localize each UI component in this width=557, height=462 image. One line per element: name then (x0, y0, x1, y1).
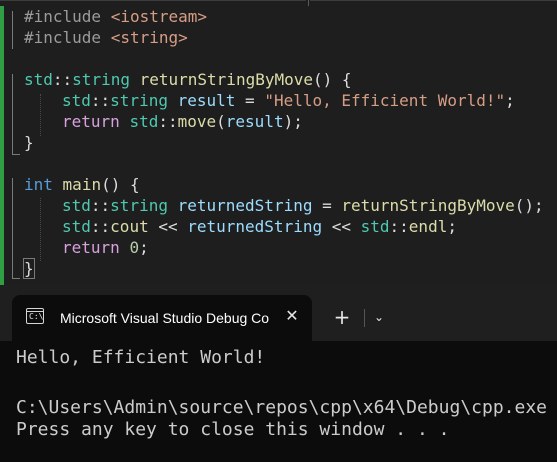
fold-guide-function (12, 74, 13, 154)
code-line-5: std::string result = "Hello, Efficient W… (62, 91, 515, 110)
code-line-9: int main() { (24, 175, 140, 194)
code-line-6: return std::move(result); (62, 112, 303, 131)
fold-guide-main (12, 178, 13, 278)
indent-guide (40, 94, 41, 136)
code-line-12: return 0; (62, 238, 149, 257)
console-icon: C:\ (26, 308, 44, 324)
code-line-10: std::string returnedString = returnStrin… (62, 196, 544, 215)
code-line-7: } (24, 133, 34, 152)
change-indicator-bar (0, 6, 4, 285)
code-line-11: std::cout << returnedString << std::endl… (62, 217, 457, 236)
close-tab-icon[interactable]: ✕ (282, 306, 302, 326)
new-tab-button[interactable]: + (330, 305, 354, 329)
console-output-line: C:\Users\Admin\source\repos\cpp\x64\Debu… (16, 397, 548, 418)
debug-console-window[interactable]: C:\ Microsoft Visual Studio Debug Consol… (0, 285, 557, 462)
console-output-line: Hello, Efficient World! (16, 347, 266, 368)
code-line-4: std::string returnStringByMove() { (24, 70, 352, 89)
code-line-2: #include <string> (24, 28, 188, 47)
divider (364, 309, 365, 327)
tab-debug-console[interactable]: C:\ Microsoft Visual Studio Debug Consol… (12, 295, 312, 341)
chevron-down-icon[interactable]: ⌄ (368, 305, 390, 329)
indent-guide (40, 198, 41, 261)
console-output-line: Press any key to close this window . . . (16, 419, 450, 440)
code-editor[interactable]: #include <iostream> #include <string> st… (0, 0, 557, 285)
code-line-1: #include <iostream> (24, 7, 208, 26)
fold-guide-includes (12, 11, 13, 49)
tab-title: Microsoft Visual Studio Debug Console (60, 310, 270, 326)
code-line-13: } (23, 258, 35, 279)
terminal-tab-strip: C:\ Microsoft Visual Studio Debug Consol… (0, 285, 557, 341)
